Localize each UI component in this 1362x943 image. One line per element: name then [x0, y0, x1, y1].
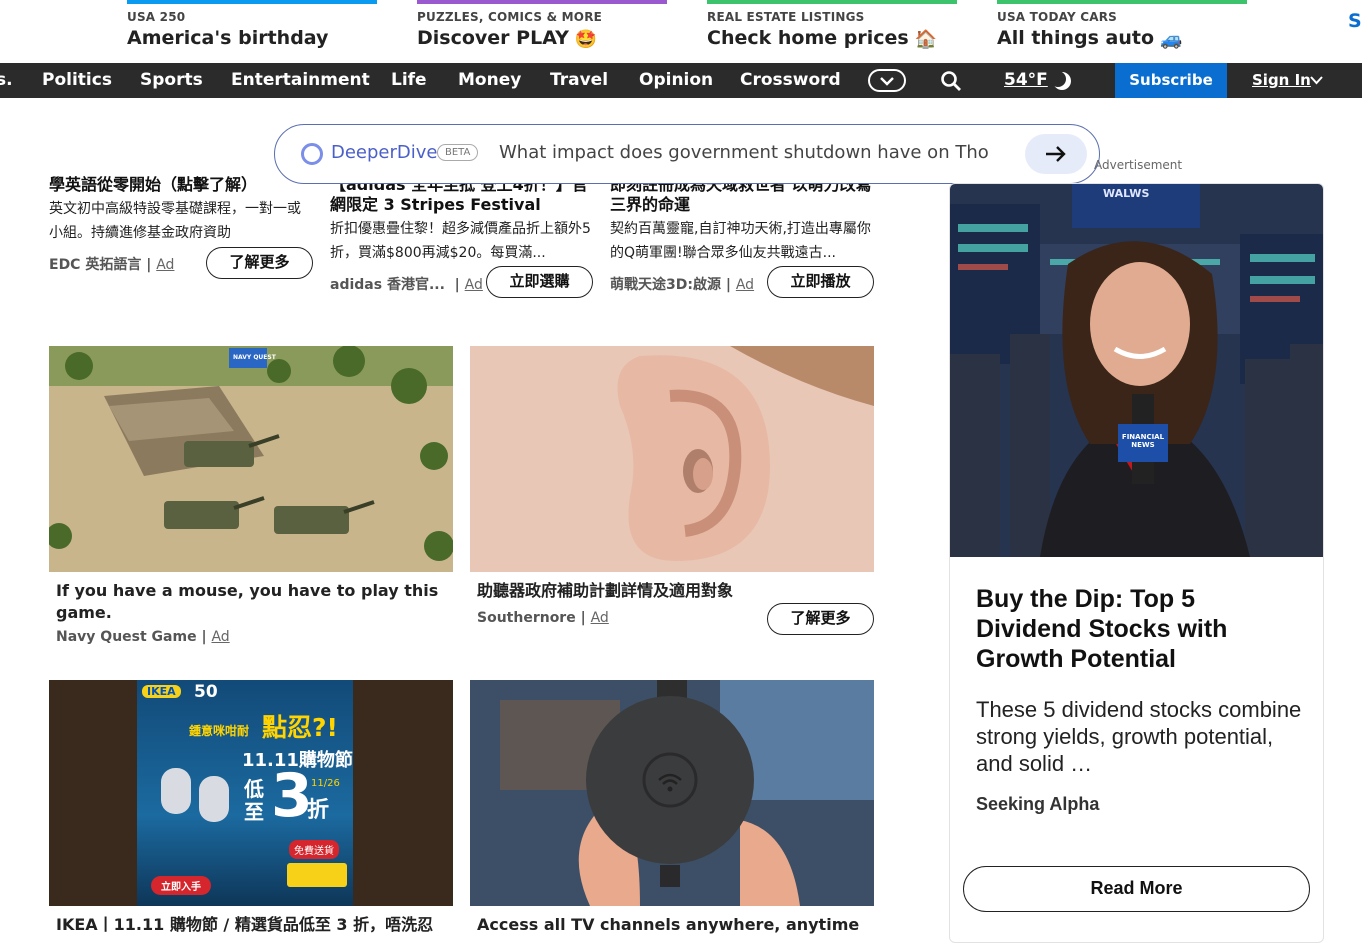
promo-kicker: USA 250	[127, 10, 186, 24]
text-ad-1[interactable]: 學英語從零開始（點擊了解） 英文初中高級特設零基礎課程，一對一或小組。持續進修基…	[49, 175, 313, 305]
advertisement-label: Advertisement	[1094, 158, 1183, 172]
anniversary-badge: 50	[194, 682, 218, 702]
promo-usa250[interactable]: USA 250 America's birthday	[127, 0, 377, 62]
tile-source: Southernore | Ad	[477, 610, 609, 626]
ad-link[interactable]: Ad	[156, 257, 174, 273]
screen-text: WALWS	[1103, 187, 1150, 200]
subscribe-button[interactable]: Subscribe	[1115, 63, 1227, 98]
ad-title: 學英語從零開始（點擊了解）	[49, 175, 258, 194]
promo-accent-bar	[127, 0, 377, 4]
ad-description: 契約百萬靈寵,自訂神功天術,打造出專屬你的Q萌軍團!聯合眾多仙友共戰遠古...	[610, 221, 871, 261]
ad-description: 英文初中高級特設零基礎課程，一對一或小組。持續進修基金政府資助	[49, 201, 301, 241]
bunny-plush-icon	[161, 768, 191, 814]
promo-headline: All things auto 🚙	[997, 27, 1183, 50]
sponsored-card-description: These 5 dividend stocks combine strong y…	[976, 697, 1302, 776]
ad-link[interactable]: Ad	[736, 277, 754, 293]
car-icon: 🚙	[1160, 29, 1183, 50]
promo-kicker: PUZZLES, COMICS & MORE	[417, 10, 603, 24]
ad-cta-button[interactable]: 了解更多	[206, 247, 313, 279]
promo-cars[interactable]: USA TODAY CARS All things auto 🚙	[997, 0, 1247, 62]
ad-source: 萌戰天途3D:啟源 | Ad	[610, 277, 755, 293]
sponsored-card[interactable]: WALWS FINANCIAL NEWS Buy the Dip: Top 5 …	[949, 183, 1324, 943]
bunny-plush-icon	[199, 776, 229, 822]
ikea-dates: 11/26	[311, 778, 340, 789]
tile-title[interactable]: If you have a mouse, you have to play th…	[56, 580, 446, 624]
ad-source: adidas 香港官... | Ad	[330, 277, 483, 293]
nav-item-cut[interactable]: s.	[0, 63, 13, 98]
ad-cta-button[interactable]: 了解更多	[767, 603, 874, 635]
nav-item-money[interactable]: Money	[458, 63, 521, 98]
tile-title[interactable]: IKEA丨11.11 購物節 / 精選貨品低至 3 折，唔洗忍	[56, 914, 451, 936]
read-more-button[interactable]: Read More	[963, 866, 1310, 912]
ikea-to: 至	[244, 800, 264, 824]
weather-temp[interactable]: 54°F	[1004, 63, 1048, 98]
nav-item-politics[interactable]: Politics	[42, 63, 112, 98]
wifi-icon	[658, 773, 682, 792]
nav-item-crossword[interactable]: Crossword	[740, 63, 841, 98]
nav-item-entertainment[interactable]: Entertainment	[231, 63, 370, 98]
deeper-dive-query-input[interactable]: What impact does government shutdown hav…	[499, 142, 1009, 163]
tile-title[interactable]: 助聽器政府補助計劃詳情及適用對象	[477, 580, 867, 602]
promo-overflow-letter: S	[1348, 10, 1362, 32]
promo-headline: America's birthday	[127, 27, 329, 49]
nav-item-life[interactable]: Life	[391, 63, 427, 98]
more-menu-button[interactable]	[868, 69, 906, 92]
nav-item-sports[interactable]: Sports	[140, 63, 203, 98]
sponsored-card-image: WALWS FINANCIAL NEWS	[950, 184, 1323, 557]
promo-kicker: USA TODAY CARS	[997, 10, 1117, 24]
tile-title[interactable]: Access all TV channels anywhere, anytime	[477, 914, 872, 936]
deeper-dive-logo-icon	[301, 143, 323, 165]
ikea-logo: IKEA	[142, 685, 181, 698]
hearing-aid-ad-image[interactable]	[470, 346, 874, 572]
sign-in-link[interactable]: Sign In	[1252, 63, 1311, 98]
search-icon[interactable]	[940, 70, 962, 92]
tv-device-ad-image[interactable]	[470, 680, 874, 906]
flag-label: NAVY QUEST	[233, 354, 276, 361]
free-delivery-badge: 免費送貨	[289, 840, 339, 859]
promo-play[interactable]: PUZZLES, COMICS & MORE Discover PLAY 🤩	[417, 0, 667, 62]
deeper-dive-search[interactable]: DeeperDive BETA What impact does governm…	[274, 124, 1100, 184]
navy-quest-ad-image[interactable]: NAVY QUEST	[49, 346, 453, 572]
promo-headline: Check home prices 🏠	[707, 27, 938, 50]
mic-flag-text: FINANCIAL NEWS	[1121, 433, 1165, 449]
tile-source: Navy Quest Game | Ad	[56, 629, 230, 645]
ikea-buy-button: 立即入手	[151, 876, 211, 895]
ikea-ad-image[interactable]: IKEA 50 鍾意咪咁耐 點忍?! 11.11購物節 低 至 3 折 11/2…	[49, 680, 453, 906]
ikea-headline: 點忍?!	[262, 713, 338, 742]
ad-cta-button[interactable]: 立即播放	[767, 266, 874, 298]
sponsored-card-source: Seeking Alpha	[976, 794, 1100, 814]
beta-badge: BETA	[437, 144, 479, 161]
truck-icon	[287, 863, 347, 887]
promo-real-estate[interactable]: REAL ESTATE LISTINGS Check home prices 🏠	[707, 0, 957, 62]
submit-button[interactable]	[1025, 134, 1087, 174]
ikea-zhe: 折	[307, 798, 330, 823]
ikea-tagline: 鍾意咪咁耐	[189, 724, 250, 738]
moon-icon	[1051, 71, 1071, 90]
house-icon: 🏠	[914, 29, 938, 50]
ad-cta-button[interactable]: 立即選購	[486, 266, 593, 298]
promo-accent-bar	[997, 0, 1247, 4]
ad-description: 折扣優惠疊住黎！超多減價產品折上額外5折，買滿$800再減$20。每買滿...	[330, 221, 591, 261]
promo-accent-bar	[707, 0, 957, 4]
nav-item-opinion[interactable]: Opinion	[639, 63, 713, 98]
star-eyes-emoji-icon: 🤩	[574, 29, 598, 50]
sponsored-card-title[interactable]: Buy the Dip: Top 5 Dividend Stocks with …	[976, 584, 1306, 674]
arrow-right-icon	[1046, 146, 1066, 162]
ad-source: EDC 英拓語言 | Ad	[49, 257, 175, 273]
promo-headline: Discover PLAY 🤩	[417, 27, 598, 50]
chevron-down-icon	[1310, 76, 1323, 85]
promo-accent-bar	[417, 0, 667, 4]
ad-link[interactable]: Ad	[211, 629, 229, 645]
ad-link[interactable]: Ad	[591, 610, 609, 626]
chevron-down-icon	[880, 77, 894, 86]
promo-kicker: REAL ESTATE LISTINGS	[707, 10, 865, 24]
deeper-dive-brand: DeeperDive	[331, 142, 438, 163]
nav-item-travel[interactable]: Travel	[550, 63, 608, 98]
ad-link[interactable]: Ad	[465, 277, 483, 293]
